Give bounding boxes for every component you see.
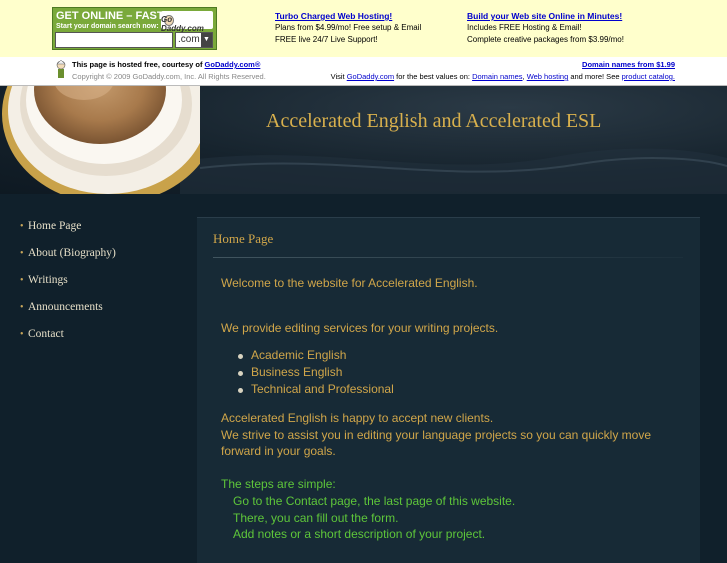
page-title: Home Page (213, 231, 274, 246)
site-header: Accelerated English and Accelerated ESL (0, 86, 727, 194)
web-hosting-link[interactable]: Web hosting (527, 72, 569, 81)
step-line: There, you can fill out the form. (233, 511, 399, 525)
nav-item-label: Contact (28, 328, 64, 340)
list-item: Business English (238, 365, 343, 379)
list-item: Technical and Professional (238, 382, 394, 396)
domain-search-widget: GET ONLINE – FAST! Start your domain sea… (52, 7, 217, 50)
new-clients-text: Accelerated English is happy to accept n… (221, 411, 494, 425)
nav-item-label: About (Biography) (28, 247, 116, 259)
sidebar-nav: • Home Page • About (Biography) • Writin… (0, 216, 196, 351)
service-label: Academic English (251, 348, 347, 362)
step-line: Go to the Contact page, the last page of… (233, 494, 516, 508)
nav-item-label: Writings (28, 274, 68, 286)
service-label: Technical and Professional (251, 382, 394, 396)
bullet-dot-icon (238, 388, 243, 393)
copyright-notice: Copyright © 2009 GoDaddy.com, Inc. All R… (72, 72, 266, 81)
website-builder-promo: Build your Web site Online in Minutes! I… (467, 10, 624, 46)
hosted-notice-text: This page is hosted free, courtesy of (72, 60, 205, 69)
services-intro: We provide editing services for your wri… (221, 321, 499, 335)
bullet-dot-icon (238, 354, 243, 359)
heading-divider (213, 257, 683, 258)
tld-select[interactable]: .com ▼ (175, 32, 213, 48)
nav-bullet-icon: • (20, 329, 24, 340)
godaddy-guy-icon (56, 60, 66, 78)
bullet-dot-icon (238, 371, 243, 376)
domain-search-input[interactable] (55, 32, 173, 48)
nav-item-writings[interactable]: • Writings (0, 270, 196, 297)
welcome-text: Welcome to the website for Accelerated E… (221, 276, 478, 290)
nav-item-label: Announcements (28, 301, 103, 313)
nav-item-contact[interactable]: • Contact (0, 324, 196, 351)
nav-bullet-icon: • (20, 302, 24, 313)
service-label: Business English (251, 365, 343, 379)
ad-banner: GET ONLINE – FAST! Start your domain sea… (0, 0, 727, 57)
step-line: Add notes or a short description of your… (233, 527, 486, 541)
strive-text-line-1: We strive to assist you in editing your … (221, 428, 651, 442)
hosted-by-bar: This page is hosted free, courtesy of Go… (0, 57, 727, 86)
hosted-notice: This page is hosted free, courtesy of Go… (72, 60, 260, 69)
hosting-promo: Turbo Charged Web Hosting! Plans from $4… (275, 10, 421, 46)
site-title: Accelerated English and Accelerated ESL (266, 110, 602, 132)
godaddy-link[interactable]: GoDaddy.com® (205, 60, 261, 69)
website-builder-promo-link[interactable]: Build your Web site Online in Minutes! (467, 10, 624, 22)
hosting-promo-line-2: FREE live 24/7 Live Support! (275, 35, 378, 44)
visit-mid-text: for the best values on: (394, 72, 473, 81)
content-panel: Home Page Welcome to the website for Acc… (197, 217, 700, 563)
domain-names-catalog-link[interactable]: Domain names (472, 72, 522, 81)
godaddy-logo[interactable]: Go Daddy.com (161, 11, 213, 33)
nav-item-announcements[interactable]: • Announcements (0, 297, 196, 324)
strive-text-line-2: forward in your goals. (221, 444, 336, 458)
website-builder-promo-line-2: Complete creative packages from $3.99/mo… (467, 35, 624, 44)
hosting-promo-line-1: Plans from $4.99/mo! Free setup & Email (275, 23, 422, 32)
hosting-promo-link[interactable]: Turbo Charged Web Hosting! (275, 10, 421, 22)
domain-names-link[interactable]: Domain names from $1.99 (582, 60, 675, 69)
visit-notice: Visit GoDaddy.com for the best values on… (331, 72, 675, 81)
nav-item-label: Home Page (28, 220, 82, 232)
nav-item-about[interactable]: • About (Biography) (0, 243, 196, 270)
nav-bullet-icon: • (20, 221, 24, 232)
nav-bullet-icon: • (20, 248, 24, 259)
godaddy-logo-text: Go Daddy.com (161, 15, 204, 33)
steps-intro: The steps are simple: (221, 477, 336, 491)
nav-item-home[interactable]: • Home Page (0, 216, 196, 243)
tld-selected-value: .com (178, 34, 200, 45)
coffee-cup-icon (2, 86, 200, 194)
nav-bullet-icon: • (20, 275, 24, 286)
visit-godaddy-link[interactable]: GoDaddy.com (347, 72, 394, 81)
list-item: Academic English (238, 348, 347, 362)
dropdown-arrow-icon: ▼ (201, 33, 212, 47)
website-builder-promo-line-1: Includes FREE Hosting & Email! (467, 23, 582, 32)
widget-title: GET ONLINE – FAST! (56, 10, 168, 22)
widget-subtitle: Start your domain search now: (56, 23, 159, 30)
visit-prefix: Visit (330, 72, 347, 81)
visit-suffix: and more! See (568, 72, 622, 81)
product-catalog-link[interactable]: product catalog. (622, 72, 675, 81)
